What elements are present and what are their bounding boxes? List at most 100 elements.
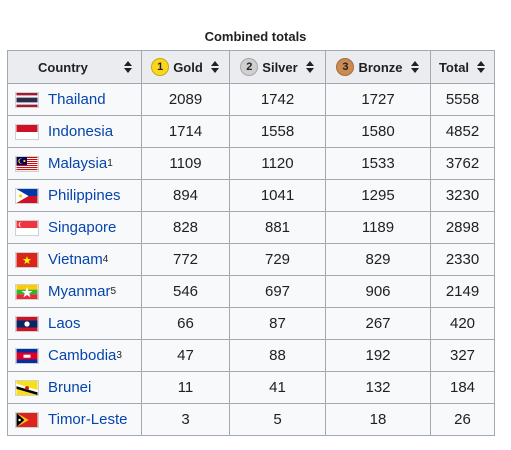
silver-count-cell: 87 (229, 307, 326, 340)
flag-brunei-icon (15, 379, 39, 396)
sort-icon[interactable] (410, 61, 420, 73)
total-count-cell: 327 (430, 339, 495, 372)
silver-count-cell: 881 (229, 211, 326, 244)
country-wrapper: Malaysia 1 (15, 155, 141, 172)
gold-count-cell: 1109 (141, 147, 230, 180)
country-cell: Laos (7, 307, 142, 340)
country-link[interactable]: Vietnam (48, 251, 103, 268)
total-count-cell: 5558 (430, 83, 495, 116)
country-link[interactable]: Brunei (48, 379, 91, 396)
silver-count-cell: 1558 (229, 115, 326, 148)
total-count-cell: 4852 (430, 115, 495, 148)
flag-timor-leste-icon (15, 411, 39, 428)
flag-cambodia-icon (15, 347, 39, 364)
header-row: Country 1 Gold 2 Silver 3 Bronze Total (7, 50, 495, 84)
gold-medal-icon: 1 (151, 58, 170, 76)
total-header-label: Total (438, 59, 470, 75)
country-wrapper: Thailand (15, 91, 141, 108)
gold-count-cell: 772 (141, 243, 230, 276)
gold-count-cell: 66 (141, 307, 230, 340)
country-link[interactable]: Thailand (48, 91, 106, 108)
total-count-cell: 26 (430, 403, 495, 436)
table-row: Singapore 828 881 1189 2898 (7, 211, 495, 244)
bronze-header-label: Bronze (358, 59, 403, 75)
country-link[interactable]: Timor-Leste (48, 411, 127, 428)
bronze-count-cell: 192 (325, 339, 431, 372)
table-row: Myanmar 5 546 697 906 2149 (7, 275, 495, 308)
bronze-count-cell: 1189 (325, 211, 431, 244)
flag-laos-icon (15, 315, 39, 332)
country-link[interactable]: Indonesia (48, 123, 113, 140)
table-row: Thailand 2089 1742 1727 5558 (7, 83, 495, 116)
silver-count-cell: 729 (229, 243, 326, 276)
flag-philippines-icon (15, 187, 39, 204)
flag-vietnam-icon (15, 251, 39, 268)
table-row: Timor-Leste 3 5 18 26 (7, 403, 495, 436)
gold-count-cell: 546 (141, 275, 230, 308)
country-wrapper: Brunei (15, 379, 141, 396)
country-link[interactable]: Cambodia (48, 347, 116, 364)
country-cell: Cambodia 3 (7, 339, 142, 372)
bronze-count-cell: 829 (325, 243, 431, 276)
gold-count-cell: 2089 (141, 83, 230, 116)
bronze-medal-icon: 3 (336, 58, 355, 76)
bronze-count-cell: 1580 (325, 115, 431, 148)
country-wrapper: Indonesia (15, 123, 141, 140)
table-row: Malaysia 1 1109 1120 1533 3762 (7, 147, 495, 180)
silver-medal-icon: 2 (240, 58, 259, 76)
table-row: Brunei 11 41 132 184 (7, 371, 495, 404)
country-cell: Indonesia (7, 115, 142, 148)
bronze-count-cell: 906 (325, 275, 431, 308)
total-count-cell: 2330 (430, 243, 495, 276)
silver-column-header[interactable]: 2 Silver (229, 50, 326, 84)
table-row: Cambodia 3 47 88 192 327 (7, 339, 495, 372)
silver-count-cell: 697 (229, 275, 326, 308)
sort-icon[interactable] (124, 61, 133, 73)
total-column-header[interactable]: Total (430, 50, 495, 84)
table-row: Philippines 894 1041 1295 3230 (7, 179, 495, 212)
country-cell: Philippines (7, 179, 142, 212)
country-cell: Thailand (7, 83, 142, 116)
gold-header-label: Gold (173, 59, 203, 75)
country-column-header[interactable]: Country (7, 50, 142, 84)
total-count-cell: 3230 (430, 179, 495, 212)
bronze-count-cell: 132 (325, 371, 431, 404)
country-link[interactable]: Myanmar (48, 283, 111, 300)
silver-count-cell: 5 (229, 403, 326, 436)
bronze-count-cell: 1295 (325, 179, 431, 212)
flag-malaysia-icon (15, 155, 39, 172)
table-row: Vietnam 4 772 729 829 2330 (7, 243, 495, 276)
bronze-count-cell: 1727 (325, 83, 431, 116)
country-wrapper: Timor-Leste (15, 411, 141, 428)
gold-count-cell: 828 (141, 211, 230, 244)
country-link[interactable]: Philippines (48, 187, 121, 204)
country-cell: Brunei (7, 371, 142, 404)
country-link[interactable]: Malaysia (48, 155, 107, 172)
bronze-count-cell: 267 (325, 307, 431, 340)
flag-indonesia-icon (15, 123, 39, 140)
gold-count-cell: 11 (141, 371, 230, 404)
gold-column-header[interactable]: 1 Gold (141, 50, 230, 84)
gold-count-cell: 3 (141, 403, 230, 436)
total-count-cell: 2149 (430, 275, 495, 308)
bronze-count-cell: 18 (325, 403, 431, 436)
country-cell: Singapore (7, 211, 142, 244)
table-row: Laos 66 87 267 420 (7, 307, 495, 340)
total-count-cell: 3762 (430, 147, 495, 180)
medal-table: Country 1 Gold 2 Silver 3 Bronze Total T… (7, 50, 495, 436)
gold-count-cell: 1714 (141, 115, 230, 148)
country-wrapper: Cambodia 3 (15, 347, 141, 364)
silver-count-cell: 1742 (229, 83, 326, 116)
sort-icon[interactable] (477, 61, 486, 73)
total-count-cell: 420 (430, 307, 495, 340)
country-wrapper: Philippines (15, 187, 141, 204)
silver-count-cell: 1120 (229, 147, 326, 180)
country-link[interactable]: Singapore (48, 219, 116, 236)
sort-icon[interactable] (210, 61, 220, 73)
sort-icon[interactable] (305, 61, 315, 73)
table-caption: Combined totals (204, 29, 307, 44)
country-cell: Myanmar 5 (7, 275, 142, 308)
country-link[interactable]: Laos (48, 315, 81, 332)
bronze-column-header[interactable]: 3 Bronze (325, 50, 431, 84)
flag-myanmar-icon (15, 283, 39, 300)
